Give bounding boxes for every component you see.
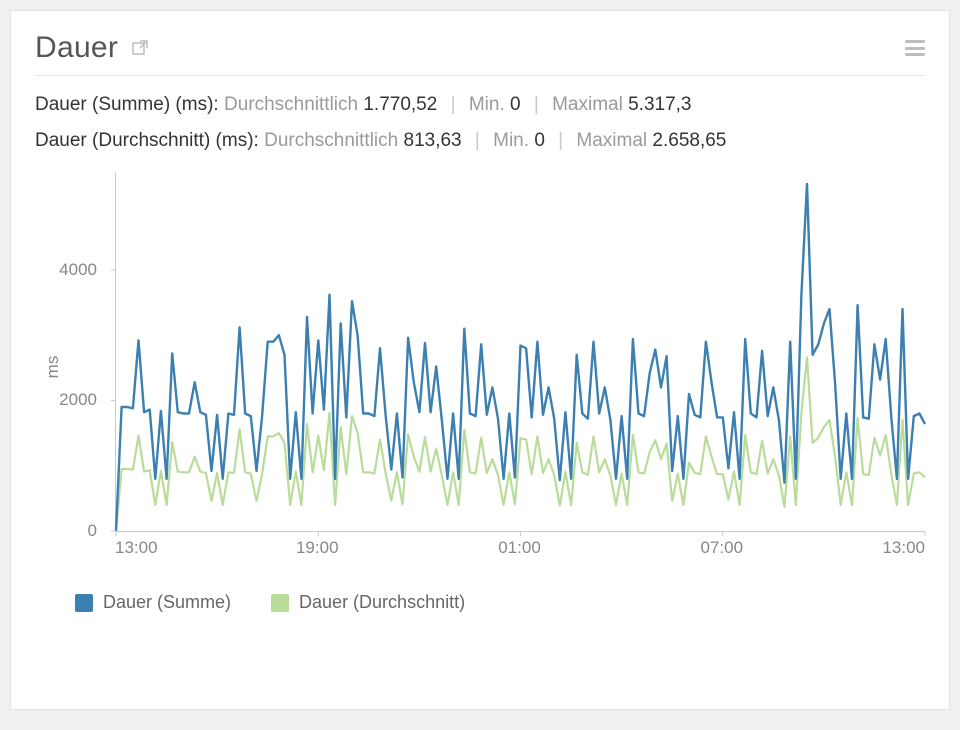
stat-avg-label: Durchschnittlich (224, 94, 358, 115)
legend-label: Dauer (Durchschnitt) (299, 592, 465, 613)
x-tick-label: 07:00 (700, 538, 743, 558)
stat-max-value: 5.317,3 (628, 94, 691, 115)
panel-title-wrap: Dauer (35, 31, 148, 65)
stat-min-label: Min. (469, 94, 505, 115)
separator: | (475, 130, 480, 151)
x-axis-labels: 13:00 19:00 01:00 07:00 13:00 (115, 532, 925, 562)
legend-label: Dauer (Summe) (103, 592, 231, 613)
panel-header: Dauer (35, 31, 925, 76)
stat-name: Dauer (Summe) (ms): (35, 94, 219, 115)
stat-name: Dauer (Durchschnitt) (ms): (35, 130, 259, 151)
popout-icon[interactable] (132, 40, 148, 56)
separator: | (451, 94, 456, 115)
separator: | (534, 94, 539, 115)
legend-swatch (271, 594, 289, 612)
x-tick-label: 13:00 (882, 538, 925, 558)
chart-series-line (116, 184, 925, 531)
stat-max-value: 2.658,65 (652, 130, 726, 151)
y-axis-labels: 020004000 (35, 172, 105, 532)
stat-max-label: Maximal (576, 130, 647, 151)
separator: | (558, 130, 563, 151)
chart-plot[interactable] (115, 172, 925, 532)
x-tick-label: 19:00 (296, 538, 339, 558)
stat-avg-label: Durchschnittlich (264, 130, 398, 151)
stat-max-label: Maximal (552, 94, 623, 115)
panel-menu-icon[interactable] (905, 40, 925, 56)
y-tick-label: 2000 (59, 390, 97, 410)
chart-area: ms 020004000 13:0019:0001:0007:0013:00 (35, 172, 925, 562)
legend-swatch (75, 594, 93, 612)
metrics-panel: Dauer Dauer (Summe) (ms): Durchschnittli… (10, 10, 950, 710)
x-tick-label: 01:00 (498, 538, 541, 558)
stat-avg-value: 813,63 (404, 130, 462, 151)
chart-series-line (116, 358, 925, 532)
stat-min-value: 0 (510, 94, 521, 115)
legend-item-durchschnitt[interactable]: Dauer (Durchschnitt) (271, 592, 465, 613)
panel-title: Dauer (35, 31, 118, 65)
x-tick-label: 13:00 (115, 538, 158, 558)
legend-item-summe[interactable]: Dauer (Summe) (75, 592, 231, 613)
stats-line-summe: Dauer (Summe) (ms): Durchschnittlich 1.7… (35, 94, 925, 116)
y-tick-label: 4000 (59, 260, 97, 280)
stat-min-label: Min. (493, 130, 529, 151)
stat-avg-value: 1.770,52 (363, 94, 437, 115)
y-tick-label: 0 (88, 521, 97, 541)
stat-min-value: 0 (534, 130, 545, 151)
stats-line-durchschnitt: Dauer (Durchschnitt) (ms): Durchschnittl… (35, 130, 925, 152)
chart-legend: Dauer (Summe) Dauer (Durchschnitt) (35, 592, 925, 613)
